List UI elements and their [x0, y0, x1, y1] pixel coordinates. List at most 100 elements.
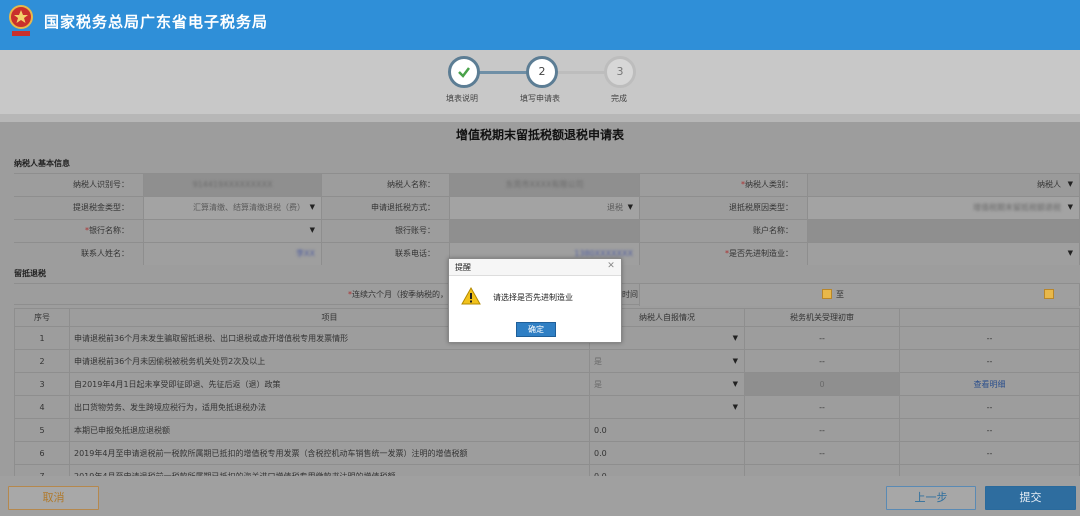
- step-connector: [478, 71, 528, 74]
- field-label: 纳税人名称：: [322, 174, 450, 196]
- field-label: *银行名称：: [14, 220, 144, 242]
- tax-review-cell: --: [744, 349, 900, 373]
- step-3-pending: 3: [604, 56, 636, 88]
- submit-button[interactable]: 提交: [985, 486, 1076, 510]
- tax-review-cell: --: [899, 418, 1080, 442]
- field-label: 申请退抵税方式：: [322, 197, 450, 219]
- refund-reason-select[interactable]: 增值税期末留抵税额退税 ▼: [808, 197, 1080, 219]
- self-report-value: 0.0: [589, 418, 745, 442]
- row-number: 6: [14, 441, 70, 465]
- field-label: 退抵税原因类型：: [640, 197, 808, 219]
- close-icon[interactable]: ✕: [606, 261, 616, 271]
- chevron-down-icon: ▼: [732, 357, 738, 365]
- bank-account-field: [450, 220, 640, 242]
- step-2-current: 2: [526, 56, 558, 88]
- section-heading-basic-info: 纳税人基本信息: [14, 159, 70, 168]
- chevron-down-icon: ▼: [627, 203, 633, 211]
- step-label: 完成: [611, 94, 627, 103]
- row-number: 3: [14, 372, 70, 396]
- chevron-down-icon: ▼: [732, 334, 738, 342]
- cancel-button[interactable]: 取消: [8, 486, 99, 510]
- info-row: *银行名称： ▼ 银行账号： 账户名称：: [14, 219, 1080, 242]
- progress-stepper: 2 3 填表说明 填写申请表 完成: [0, 50, 1080, 114]
- tax-review-cell: --: [744, 395, 900, 419]
- site-title: 国家税务总局广东省电子税务局: [44, 13, 269, 31]
- top-banner: 国家税务总局广东省电子税务局: [0, 0, 1080, 50]
- table-row: 4 出口货物劳务、发生跨境应税行为，适用免抵退税办法 ▼ -- --: [14, 395, 1080, 419]
- tax-review-cell: --: [899, 441, 1080, 465]
- ok-button[interactable]: 确定: [516, 322, 556, 337]
- row-number: 4: [14, 395, 70, 419]
- tax-review-cell: --: [744, 441, 900, 465]
- field-label: 联系电话：: [322, 243, 450, 265]
- field-label: 账户名称：: [640, 220, 808, 242]
- chevron-down-icon: ▼: [1067, 249, 1073, 257]
- table-row: 5 本期已申报免抵退应退税额 0.0 -- --: [14, 418, 1080, 442]
- row-item: 自2019年4月1日起未享受即征即退、先征后返（退）政策: [69, 372, 590, 396]
- previous-step-button[interactable]: 上一步: [886, 486, 976, 510]
- period-range: 至: [640, 284, 1080, 306]
- divider: [0, 114, 1080, 122]
- chevron-down-icon: ▼: [309, 226, 315, 234]
- field-label: 联系人姓名：: [14, 243, 144, 265]
- row-item: 申请退税前36个月未因偷税被税务机关处罚2次及以上: [69, 349, 590, 373]
- column-header: 税务机关受理初审: [744, 308, 900, 327]
- table-row: 3 自2019年4月1日起未享受即征即退、先征后返（退）政策 是 ▼ 0 查看明细: [14, 372, 1080, 396]
- refund-tax-type-select[interactable]: 汇算清缴、结算清缴退税（费） ▼: [144, 197, 322, 219]
- period-label-tail: 时间: [622, 284, 640, 306]
- taxpayer-type-select[interactable]: 纳税人 ▼: [808, 174, 1080, 196]
- row-item: 本期已申报免抵退应退税额: [69, 418, 590, 442]
- bank-name-select[interactable]: ▼: [144, 220, 322, 242]
- dialog-title: 提醒: [455, 263, 471, 272]
- field-label: 提退税金类型：: [14, 197, 144, 219]
- tax-review-cell: --: [899, 349, 1080, 373]
- calendar-icon[interactable]: [822, 289, 832, 299]
- dialog-header: 提醒 ✕: [449, 259, 621, 276]
- advanced-manufacturing-select[interactable]: ▼: [808, 243, 1080, 265]
- taxpayer-id-field: 914419XXXXXXXXX: [144, 174, 322, 196]
- period-label: *连续六个月（按季纳税的，: [348, 290, 448, 299]
- form-title: 增值税期末留抵税额退税申请表: [455, 128, 624, 142]
- chevron-down-icon: ▼: [1067, 180, 1073, 188]
- checkmark-icon: [458, 67, 470, 78]
- calendar-icon[interactable]: [1044, 289, 1054, 299]
- chevron-down-icon: ▼: [309, 203, 315, 211]
- tax-review-cell: --: [899, 326, 1080, 350]
- tax-bureau-emblem-icon: [9, 5, 33, 36]
- chevron-down-icon: ▼: [732, 403, 738, 411]
- field-label: 纳税人识别号：: [14, 174, 144, 196]
- row-item: 出口货物劳务、发生跨境应税行为，适用免抵退税办法: [69, 395, 590, 419]
- period-to-label: 至: [836, 290, 844, 299]
- row-number: 1: [14, 326, 70, 350]
- self-report-select[interactable]: 是 ▼: [589, 372, 745, 396]
- step-connector: [556, 71, 606, 74]
- tax-review-cell: --: [744, 326, 900, 350]
- self-report-select[interactable]: ▼: [589, 395, 745, 419]
- row-item: 2019年4月至申请退税前一税款所属期已抵扣的增值税专用发票（含税控机动车销售统…: [69, 441, 590, 465]
- info-row: 纳税人识别号： 914419XXXXXXXXX 纳税人名称： 东莞市XXXX有限…: [14, 173, 1080, 196]
- footer-bar: 取消 上一步 提交: [0, 476, 1080, 516]
- dialog-message: 请选择是否先进制造业: [493, 293, 573, 302]
- table-row: 2 申请退税前36个月未因偷税被税务机关处罚2次及以上 是 ▼ -- --: [14, 349, 1080, 373]
- field-label: *纳税人类别：: [640, 174, 808, 196]
- section-heading-retained-refund: 留抵退税: [14, 269, 46, 278]
- tax-review-cell: --: [744, 418, 900, 442]
- alert-dialog: 提醒 ✕ 请选择是否先进制造业 确定: [448, 258, 622, 343]
- contact-name-input[interactable]: 李XX: [144, 243, 322, 265]
- taxpayer-name-field: 东莞市XXXX有限公司: [450, 174, 640, 196]
- refund-method-select[interactable]: 退税 ▼: [450, 197, 640, 219]
- chevron-down-icon: ▼: [732, 380, 738, 388]
- row-number: 2: [14, 349, 70, 373]
- account-name-field: [808, 220, 1080, 242]
- column-header: [899, 308, 1080, 327]
- table-row: 6 2019年4月至申请退税前一税款所属期已抵扣的增值税专用发票（含税控机动车销…: [14, 441, 1080, 465]
- step-label: 填表说明: [446, 94, 478, 103]
- view-details-link[interactable]: 查看明细: [899, 372, 1080, 396]
- self-report-select[interactable]: 是 ▼: [589, 349, 745, 373]
- info-row: 提退税金类型： 汇算清缴、结算清缴退税（费） ▼ 申请退抵税方式： 退税 ▼ 退抵税…: [14, 196, 1080, 219]
- warning-icon: [461, 287, 481, 305]
- tax-review-cell: --: [899, 395, 1080, 419]
- row-number: 5: [14, 418, 70, 442]
- self-report-value: 0.0: [589, 441, 745, 465]
- field-label: 银行账号：: [322, 220, 450, 242]
